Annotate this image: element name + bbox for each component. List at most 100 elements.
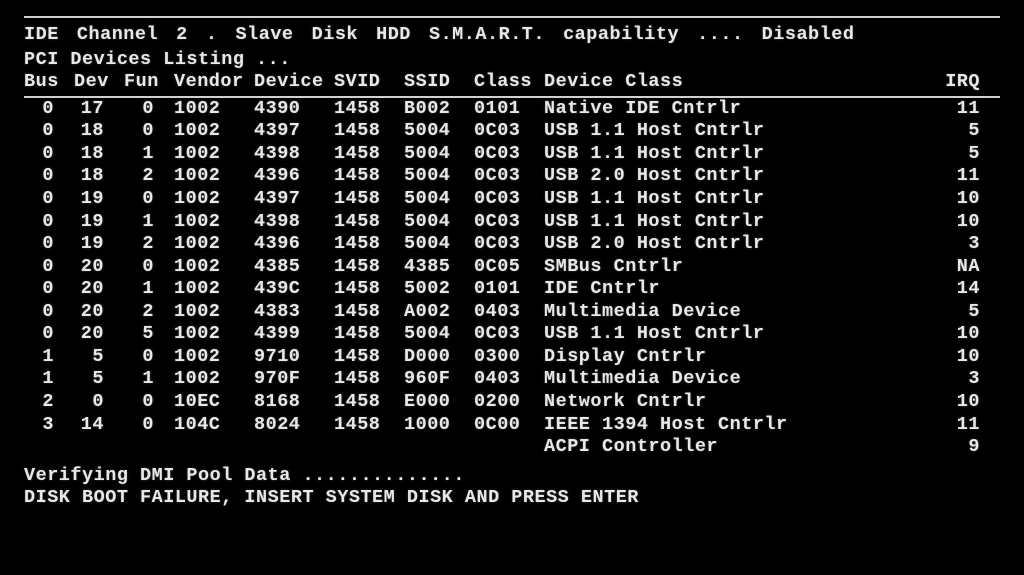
boot-failure-line: DISK BOOT FAILURE, INSERT SYSTEM DISK AN… bbox=[24, 487, 1000, 510]
table-row: 1511002970F1458960F0403Multimedia Device… bbox=[24, 368, 1000, 391]
cell-device: 8024 bbox=[254, 414, 334, 437]
cell-irq: 10 bbox=[940, 323, 1000, 346]
col-fun: Fun bbox=[124, 71, 174, 97]
col-svid: SVID bbox=[334, 71, 404, 97]
table-row: 020510024399145850040C03USB 1.1 Host Cnt… bbox=[24, 323, 1000, 346]
cell-svid: 1458 bbox=[334, 391, 404, 414]
cell-irq: 14 bbox=[940, 278, 1000, 301]
col-dev: Dev bbox=[74, 71, 124, 97]
cell-dclass: USB 2.0 Host Cntrlr bbox=[544, 165, 940, 188]
cell-device: 4397 bbox=[254, 120, 334, 143]
verify-dmi-line: Verifying DMI Pool Data .............. bbox=[24, 465, 1000, 488]
cell-device: 4398 bbox=[254, 211, 334, 234]
col-class: Class bbox=[474, 71, 544, 97]
cell-vendor: 1002 bbox=[174, 256, 254, 279]
cell-fun: 0 bbox=[124, 188, 174, 211]
cell-dev: 18 bbox=[74, 165, 124, 188]
cell-ssid: B002 bbox=[404, 97, 474, 121]
cell-class: 0C03 bbox=[474, 165, 544, 188]
cell-ssid: D000 bbox=[404, 346, 474, 369]
cell-bus: 3 bbox=[24, 414, 74, 437]
cell-ssid: 4385 bbox=[404, 256, 474, 279]
cell-vendor: 1002 bbox=[174, 143, 254, 166]
cell-vendor: 1002 bbox=[174, 165, 254, 188]
cell-ssid: 5004 bbox=[404, 165, 474, 188]
table-row: 018110024398145850040C03USB 1.1 Host Cnt… bbox=[24, 143, 1000, 166]
table-row: 150100297101458D0000300Display Cntrlr10 bbox=[24, 346, 1000, 369]
cell-dclass: SMBus Cntrlr bbox=[544, 256, 940, 279]
cell-vendor: 10EC bbox=[174, 391, 254, 414]
cell-dev: 19 bbox=[74, 188, 124, 211]
cell-dev bbox=[74, 436, 124, 459]
cell-irq: 10 bbox=[940, 391, 1000, 414]
cell-fun: 2 bbox=[124, 233, 174, 256]
table-row: 20010EC81681458E0000200Network Cntrlr10 bbox=[24, 391, 1000, 414]
table-row: 018210024396145850040C03USB 2.0 Host Cnt… bbox=[24, 165, 1000, 188]
cell-dev: 18 bbox=[74, 143, 124, 166]
cell-svid: 1458 bbox=[334, 120, 404, 143]
cell-fun: 0 bbox=[124, 256, 174, 279]
cell-bus: 2 bbox=[24, 391, 74, 414]
cell-class bbox=[474, 436, 544, 459]
cell-vendor: 1002 bbox=[174, 368, 254, 391]
table-row: 3140104C8024145810000C00IEEE 1394 Host C… bbox=[24, 414, 1000, 437]
cell-device: 4397 bbox=[254, 188, 334, 211]
cell-class: 0300 bbox=[474, 346, 544, 369]
table-row: 0170100243901458B0020101Native IDE Cntrl… bbox=[24, 97, 1000, 121]
cell-dclass: ACPI Controller bbox=[544, 436, 940, 459]
cell-class: 0200 bbox=[474, 391, 544, 414]
cell-bus: 0 bbox=[24, 256, 74, 279]
cell-irq: 3 bbox=[940, 233, 1000, 256]
cell-ssid: 5004 bbox=[404, 211, 474, 234]
cell-dev: 5 bbox=[74, 346, 124, 369]
cell-vendor: 1002 bbox=[174, 278, 254, 301]
cell-dclass: IDE Cntrlr bbox=[544, 278, 940, 301]
cell-fun: 0 bbox=[124, 120, 174, 143]
table-row: 020010024385145843850C05SMBus CntrlrNA bbox=[24, 256, 1000, 279]
cell-svid: 1458 bbox=[334, 97, 404, 121]
table-row: ACPI Controller9 bbox=[24, 436, 1000, 459]
cell-dclass: IEEE 1394 Host Cntrlr bbox=[544, 414, 940, 437]
col-irq: IRQ bbox=[940, 71, 1000, 97]
cell-dclass: Multimedia Device bbox=[544, 301, 940, 324]
cell-vendor bbox=[174, 436, 254, 459]
cell-bus: 0 bbox=[24, 143, 74, 166]
cell-device: 970F bbox=[254, 368, 334, 391]
cell-class: 0C03 bbox=[474, 120, 544, 143]
cell-ssid: 5004 bbox=[404, 143, 474, 166]
cell-svid: 1458 bbox=[334, 233, 404, 256]
cell-svid: 1458 bbox=[334, 278, 404, 301]
col-vendor: Vendor bbox=[174, 71, 254, 97]
cell-dclass: USB 1.1 Host Cntrlr bbox=[544, 120, 940, 143]
cell-fun: 2 bbox=[124, 165, 174, 188]
pci-devices-table: Bus Dev Fun Vendor Device SVID SSID Clas… bbox=[24, 71, 1000, 459]
cell-svid: 1458 bbox=[334, 323, 404, 346]
cell-dclass: Network Cntrlr bbox=[544, 391, 940, 414]
cell-dev: 18 bbox=[74, 120, 124, 143]
cell-vendor: 1002 bbox=[174, 188, 254, 211]
cell-ssid: A002 bbox=[404, 301, 474, 324]
cell-bus: 0 bbox=[24, 211, 74, 234]
cell-ssid: 5004 bbox=[404, 188, 474, 211]
cell-svid: 1458 bbox=[334, 143, 404, 166]
cell-device: 9710 bbox=[254, 346, 334, 369]
cell-svid: 1458 bbox=[334, 165, 404, 188]
table-row: 019010024397145850040C03USB 1.1 Host Cnt… bbox=[24, 188, 1000, 211]
cell-irq: 9 bbox=[940, 436, 1000, 459]
cell-class: 0C03 bbox=[474, 323, 544, 346]
cell-ssid: E000 bbox=[404, 391, 474, 414]
cell-irq: 5 bbox=[940, 301, 1000, 324]
cell-device: 4390 bbox=[254, 97, 334, 121]
cell-bus bbox=[24, 436, 74, 459]
cell-fun: 1 bbox=[124, 368, 174, 391]
col-dclass: Device Class bbox=[544, 71, 940, 97]
cell-irq: 11 bbox=[940, 414, 1000, 437]
table-row: 018010024397145850040C03USB 1.1 Host Cnt… bbox=[24, 120, 1000, 143]
cell-svid: 1458 bbox=[334, 346, 404, 369]
cell-irq: 3 bbox=[940, 368, 1000, 391]
cell-dev: 14 bbox=[74, 414, 124, 437]
cell-class: 0403 bbox=[474, 368, 544, 391]
cell-vendor: 1002 bbox=[174, 211, 254, 234]
cell-ssid: 5002 bbox=[404, 278, 474, 301]
cell-irq: 10 bbox=[940, 346, 1000, 369]
